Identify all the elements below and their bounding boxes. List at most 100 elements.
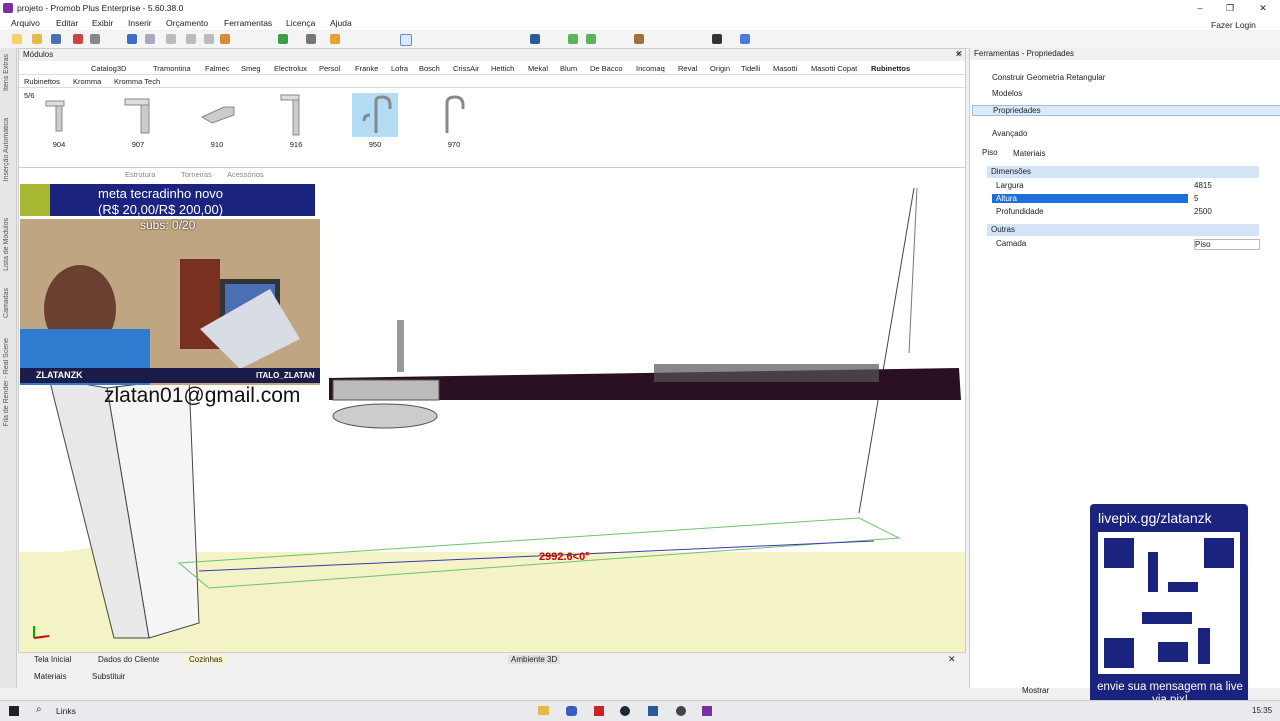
brand-tab[interactable]: Electrolux — [274, 64, 307, 73]
login-link[interactable]: Fazer Login — [1211, 20, 1256, 30]
menu-ferramentas[interactable]: Ferramentas — [224, 18, 272, 28]
tab-cozinhas[interactable]: Cozinhas — [186, 655, 226, 664]
sub-tab[interactable]: Rubinettos — [24, 77, 60, 86]
brand-tab[interactable]: Tramontina — [153, 64, 191, 73]
forward-icon[interactable] — [586, 34, 596, 44]
prop-row-profundidade[interactable]: Profundidade 2500 — [992, 206, 1264, 218]
advanced-toggle[interactable]: Avançado — [992, 129, 1027, 138]
menu-orcamento[interactable]: Orçamento — [166, 18, 208, 28]
show-button[interactable]: Mostrar — [1022, 686, 1049, 695]
brand-tab[interactable]: Bosch — [419, 64, 440, 73]
brand-tab[interactable]: Blum — [560, 64, 577, 73]
brand-tab-selected[interactable]: Rubinettos — [871, 64, 910, 73]
menu-licenca[interactable]: Licença — [286, 18, 315, 28]
module-thumb[interactable]: 910 — [193, 93, 241, 149]
render-icon[interactable] — [73, 34, 83, 44]
hidden-tab[interactable]: Acessórios — [227, 170, 264, 179]
panel-close-icon[interactable]: ✕ — [956, 49, 963, 58]
prop-row-camada[interactable]: Camada Piso — [992, 238, 1264, 250]
section-header-outras[interactable]: Outras — [987, 224, 1259, 236]
brand-tab[interactable]: Smeg — [241, 64, 261, 73]
prop-row-altura[interactable]: Altura 5 — [992, 193, 1264, 205]
tab-substituir[interactable]: Substituir — [92, 672, 125, 681]
obs-icon[interactable] — [676, 706, 686, 716]
sidebar-tab-insercao[interactable]: Inserção Automática — [3, 118, 10, 181]
promob-icon[interactable] — [702, 706, 712, 716]
steam-icon[interactable] — [620, 706, 630, 716]
brand-tab[interactable]: Franke — [355, 64, 378, 73]
tool-construir[interactable]: Construir Geometria Retangular — [992, 73, 1105, 82]
module-thumb[interactable]: 907 — [114, 93, 162, 149]
module-icon[interactable] — [330, 34, 340, 44]
box-icon[interactable] — [634, 34, 644, 44]
brand-tab[interactable]: CrissAir — [453, 64, 479, 73]
brand-tab[interactable]: Masotti Copat — [811, 64, 857, 73]
move-icon[interactable] — [712, 34, 722, 44]
section-header-dimensoes[interactable]: Dimensões — [987, 166, 1259, 178]
hidden-tab[interactable]: Estrutura — [125, 170, 155, 179]
module-thumb[interactable]: 904 — [35, 93, 83, 149]
redo-icon[interactable] — [145, 34, 155, 44]
copy-icon[interactable] — [186, 34, 196, 44]
tab-materiais-prop[interactable]: Materiais — [1013, 149, 1045, 158]
cut-icon[interactable] — [166, 34, 176, 44]
brand-tab[interactable]: Falmec — [205, 64, 230, 73]
module-thumb[interactable]: 916 — [272, 93, 320, 149]
module-thumb[interactable]: 970 — [430, 93, 478, 149]
maximize-button[interactable]: ❐ — [1215, 0, 1245, 16]
undo-icon[interactable] — [127, 34, 137, 44]
brand-tab[interactable]: Persol — [319, 64, 340, 73]
module-thumb-selected[interactable]: 950 — [351, 93, 399, 149]
open-icon[interactable] — [32, 34, 42, 44]
view-icon[interactable] — [530, 34, 540, 44]
back-icon[interactable] — [568, 34, 578, 44]
sidebar-tab-itens-extras[interactable]: Itens Extras — [3, 54, 10, 91]
sidebar-tab-camadas[interactable]: Camadas — [3, 288, 10, 318]
chat-icon[interactable] — [566, 706, 577, 716]
save-icon[interactable] — [51, 34, 61, 44]
app-icon[interactable] — [648, 706, 658, 716]
brand-tab[interactable]: Hettich — [491, 64, 514, 73]
tab-materiais[interactable]: Materiais — [34, 672, 66, 681]
folder-icon[interactable] — [538, 706, 549, 715]
brand-tab[interactable]: De Bacco — [590, 64, 623, 73]
tab-tela-inicial[interactable]: Tela Inicial — [34, 655, 71, 664]
grid-icon[interactable] — [306, 34, 316, 44]
tabs-close-icon[interactable]: ✕ — [948, 654, 956, 665]
menu-editar[interactable]: Editar — [56, 18, 78, 28]
search-icon[interactable]: ⌕ — [36, 704, 42, 715]
minimize-button[interactable]: – — [1185, 0, 1215, 16]
brand-tab[interactable]: Catalog3D — [91, 64, 126, 73]
brand-tab[interactable]: Lofra — [391, 64, 408, 73]
tab-ambiente-3d[interactable]: Ambiente 3D — [508, 655, 561, 664]
close-button[interactable]: ✕ — [1248, 0, 1278, 16]
sidebar-tab-render[interactable]: Fila de Render - Real Scene — [3, 338, 10, 426]
print-icon[interactable] — [90, 34, 100, 44]
sub-tab[interactable]: Kromma — [73, 77, 101, 86]
tab-dados-cliente[interactable]: Dados do Cliente — [98, 655, 159, 664]
select-icon[interactable] — [400, 34, 412, 46]
tab-piso[interactable]: Piso — [982, 148, 998, 157]
new-icon[interactable] — [12, 34, 22, 44]
brand-tab[interactable]: Tidelli — [741, 64, 760, 73]
brand-tab[interactable]: Mekal — [528, 64, 548, 73]
shield-icon[interactable] — [594, 706, 604, 716]
tools-icon[interactable] — [220, 34, 230, 44]
prop-row-largura[interactable]: Largura 4815 — [992, 180, 1264, 192]
brand-tab[interactable]: Incomaq — [636, 64, 665, 73]
menu-exibir[interactable]: Exibir — [92, 18, 113, 28]
hidden-tab[interactable]: Torneiras — [181, 170, 212, 179]
tool-propriedades[interactable]: Propriedades — [972, 105, 1280, 116]
tool-modelos[interactable]: Modelos — [992, 89, 1022, 98]
menu-ajuda[interactable]: Ajuda — [330, 18, 352, 28]
taskbar-search[interactable]: Links — [56, 706, 76, 716]
brand-tab[interactable]: Origin — [710, 64, 730, 73]
paste-icon[interactable] — [204, 34, 214, 44]
brand-tab[interactable]: Reval — [678, 64, 697, 73]
menu-arquivo[interactable]: Arquivo — [11, 18, 40, 28]
windows-icon[interactable] — [9, 706, 19, 716]
palette-icon[interactable] — [740, 34, 750, 44]
sub-tab[interactable]: Kromma Tech — [114, 77, 160, 86]
refresh-icon[interactable] — [278, 34, 288, 44]
menu-inserir[interactable]: Inserir — [128, 18, 152, 28]
